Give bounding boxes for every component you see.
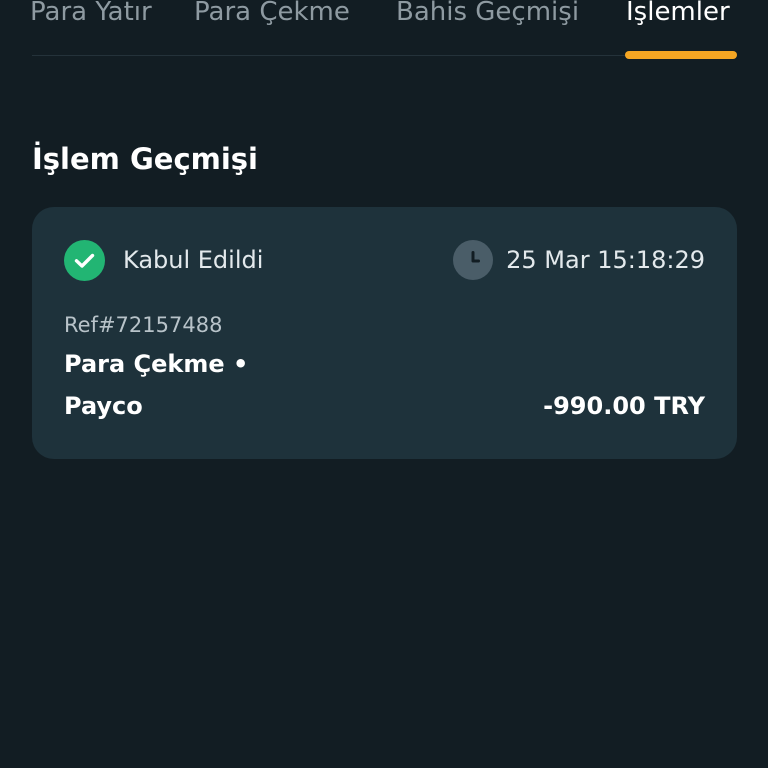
tab-bar: Para Yatır Para Çekme Bahis Geçmişi İşle… xyxy=(0,0,768,59)
transaction-datetime: 25 Mar 15:18:29 xyxy=(506,246,705,274)
check-circle-icon xyxy=(64,240,105,281)
transaction-provider: Payco xyxy=(64,392,143,420)
tab-withdraw[interactable]: Para Çekme xyxy=(194,0,350,32)
transaction-ref: Ref#72157488 xyxy=(64,313,223,337)
active-tab-indicator xyxy=(625,51,737,59)
transaction-type: Para Çekme • xyxy=(64,350,249,378)
page-title: İşlem Geçmişi xyxy=(32,142,258,176)
clock-icon xyxy=(453,240,493,280)
tab-transactions[interactable]: İşlemler xyxy=(626,0,730,32)
transaction-amount: -990.00 TRY xyxy=(543,392,705,420)
tab-deposit[interactable]: Para Yatır xyxy=(30,0,152,32)
status-label: Kabul Edildi xyxy=(123,246,264,274)
transaction-card[interactable]: Kabul Edildi 25 Mar 15:18:29 Ref#7215748… xyxy=(32,207,737,459)
tab-bet-history[interactable]: Bahis Geçmişi xyxy=(396,0,579,32)
transactions-page: Para Yatır Para Çekme Bahis Geçmişi İşle… xyxy=(0,0,768,768)
